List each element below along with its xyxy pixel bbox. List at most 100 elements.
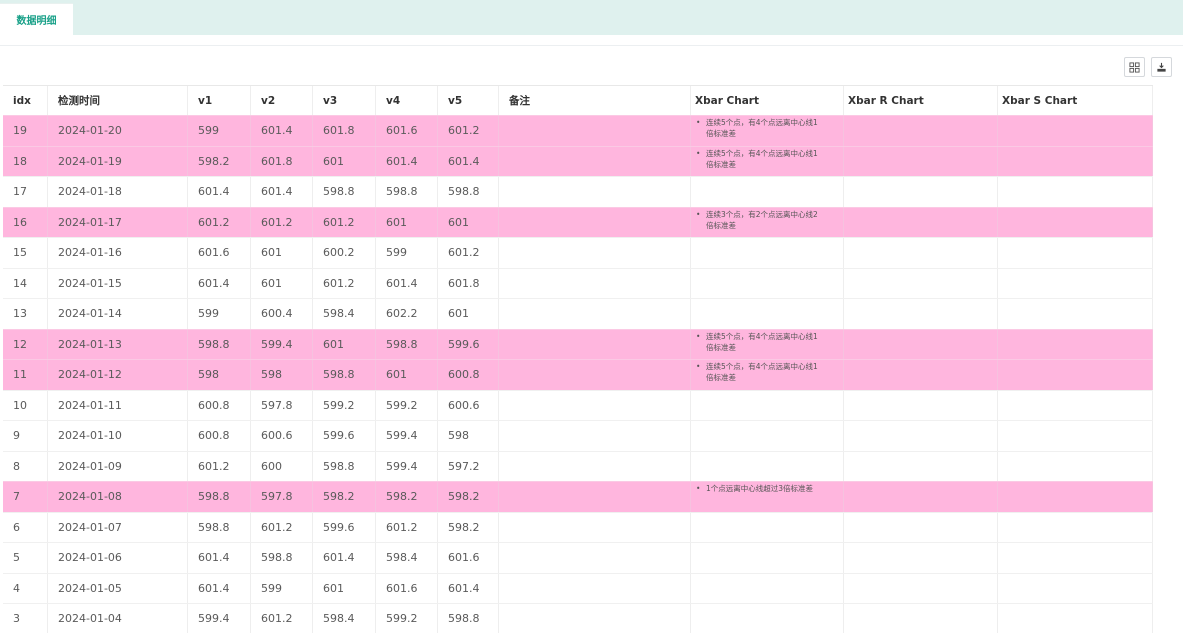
table-row[interactable]: 3 2024-01-04 599.4 601.2 598.4 599.2 598.8 [3, 603, 1153, 633]
cell-v2: 598.8 [251, 543, 313, 573]
cell-v1: 601.2 [188, 207, 251, 237]
cell-xbar-r-chart [844, 573, 998, 603]
table-row[interactable]: 112024-01-12598598598.8601600.8连续5个点，有4个… [3, 359, 1153, 390]
cell-xbar-chart [691, 177, 844, 207]
xbar-note-line: 倍标准差 [706, 373, 736, 382]
cell-v1: 601.4 [188, 543, 251, 573]
cell-v5: 601 [438, 207, 499, 237]
cell-remark [499, 543, 691, 573]
cell-xbar-s-chart [998, 573, 1153, 603]
cell-v4: 599.2 [376, 390, 438, 420]
xbar-note-line: 1个点远离中心线超过3倍标准差 [706, 484, 814, 493]
column-time-header[interactable]: 检测时间 [48, 86, 188, 115]
cell-v3: 601.2 [313, 207, 376, 237]
cell-idx: 19 [3, 116, 48, 146]
cell-xbar-chart [691, 268, 844, 298]
cell-v1: 601.4 [188, 573, 251, 603]
tab-data-detail[interactable]: 数据明细 [0, 3, 73, 35]
export-button[interactable] [1151, 57, 1172, 77]
cell-time: 2024-01-12 [48, 360, 188, 390]
column-v2-header[interactable]: v2 [251, 86, 313, 115]
xbar-note-item: 连续5个点，有4个点远离中心线1 倍标准差 [696, 361, 818, 383]
xbar-note-line: 连续5个点，有4个点远离中心线1 [706, 118, 818, 127]
column-v3-header[interactable]: v3 [313, 86, 376, 115]
cell-v5: 600.6 [438, 390, 499, 420]
cell-remark [499, 116, 691, 146]
cell-v4: 599.2 [376, 604, 438, 633]
cell-xbar-r-chart [844, 482, 998, 512]
table-row[interactable]: 162024-01-17601.2601.2601.2601601连续3个点，有… [3, 206, 1153, 237]
cell-v1: 598.8 [188, 329, 251, 359]
cell-v4: 599.4 [376, 451, 438, 481]
table-row[interactable]: 5 2024-01-06 601.4 598.8 601.4 598.4 601.6 [3, 542, 1153, 573]
cell-time: 2024-01-15 [48, 268, 188, 298]
cell-v3: 599.6 [313, 421, 376, 451]
cell-idx: 4 [3, 573, 48, 603]
table-header: idx 检测时间 v1 v2 v3 v4 v5 备注 Xbar Chart Xbar R Char… [3, 85, 1153, 115]
column-idx-header[interactable]: idx [3, 86, 48, 115]
column-xbar-header[interactable]: Xbar Chart [691, 86, 844, 115]
cell-idx: 11 [3, 360, 48, 390]
cell-v1: 601.4 [188, 177, 251, 207]
cell-xbar-s-chart [998, 543, 1153, 573]
cell-v2: 598 [251, 360, 313, 390]
column-v4-header[interactable]: v4 [376, 86, 438, 115]
column-remark-header[interactable]: 备注 [499, 86, 691, 115]
cell-time: 2024-01-13 [48, 329, 188, 359]
cell-v1: 599.4 [188, 604, 251, 633]
export-icon [1157, 62, 1166, 72]
table-row[interactable]: 14 2024-01-15 601.4 601 601.2 601.4 601.8 [3, 267, 1153, 298]
cell-time: 2024-01-17 [48, 207, 188, 237]
cell-v5: 598.8 [438, 604, 499, 633]
cell-v5: 601.4 [438, 573, 499, 603]
xbar-note-line: 倍标准差 [706, 129, 736, 138]
xbar-note: 连续5个点，有4个点远离中心线1倍标准差 [691, 147, 818, 170]
cell-v1: 598.8 [188, 482, 251, 512]
cell-xbar-s-chart [998, 512, 1153, 542]
table-row[interactable]: 72024-01-08598.8597.8598.2598.2598.21个点远… [3, 481, 1153, 512]
cell-v5: 600.8 [438, 360, 499, 390]
table-row[interactable]: 8 2024-01-09 601.2 600 598.8 599.4 597.2 [3, 450, 1153, 481]
cell-v5: 601.2 [438, 116, 499, 146]
cell-v3: 599.2 [313, 390, 376, 420]
cell-v3: 601 [313, 329, 376, 359]
table-row[interactable]: 10 2024-01-11 600.8 597.8 599.2 599.2 600.6 [3, 389, 1153, 420]
table-row[interactable]: 182024-01-19598.2601.8601601.4601.4连续5个点… [3, 145, 1153, 176]
cell-time: 2024-01-10 [48, 421, 188, 451]
column-xbar-r-header[interactable]: Xbar R Chart [844, 86, 998, 115]
xbar-note-line: 连续3个点，有2个点远离中心线2 [706, 209, 818, 219]
cell-v4: 601 [376, 360, 438, 390]
cell-xbar-chart: 连续5个点，有4个点远离中心线1倍标准差 [691, 146, 844, 176]
column-xbar-s-header[interactable]: Xbar S Chart [998, 86, 1153, 115]
table-row[interactable]: 9 2024-01-10 600.8 600.6 599.6 599.4 598 [3, 420, 1153, 451]
cell-idx: 5 [3, 543, 48, 573]
xbar-note-line: 连续5个点，有4个点远离中心线1 [706, 148, 818, 158]
cell-time: 2024-01-08 [48, 482, 188, 512]
columns-button[interactable] [1124, 57, 1145, 77]
cell-v2: 600.4 [251, 299, 313, 329]
xbar-note-item: 1个点远离中心线超过3倍标准差 [696, 483, 813, 494]
table-row[interactable]: 192024-01-20599601.4601.8601.6601.2 连续5个点… [3, 115, 1153, 146]
cell-xbar-s-chart [998, 421, 1153, 451]
cell-xbar-chart: 连续5个点，有4个点远离中心线1倍标准差 [691, 360, 844, 390]
table-row[interactable]: 6 2024-01-07 598.8 601.2 599.6 601.2 598.2 [3, 511, 1153, 542]
cell-v1: 601.4 [188, 268, 251, 298]
table-row[interactable]: 122024-01-13598.8599.4601598.8599.6连续5个点… [3, 328, 1153, 359]
table-row[interactable]: 4 2024-01-05 601.4 599 601 601.6 601.4 [3, 572, 1153, 603]
cell-v1: 601.2 [188, 451, 251, 481]
xbar-note-line: 倍标准差 [706, 159, 736, 169]
table-row[interactable]: 13 2024-01-14 599 600.4 598.4 602.2 601 [3, 298, 1153, 329]
cell-v2: 601.4 [251, 177, 313, 207]
cell-v1: 601.6 [188, 238, 251, 268]
column-v1-header[interactable]: v1 [188, 86, 251, 115]
column-v5-header[interactable]: v5 [438, 86, 499, 115]
cell-xbar-chart [691, 512, 844, 542]
cell-v3: 601 [313, 146, 376, 176]
table-row[interactable]: 17 2024-01-18 601.4 601.4 598.8 598.8 598.8 [3, 176, 1153, 207]
cell-time: 2024-01-16 [48, 238, 188, 268]
cell-xbar-s-chart [998, 604, 1153, 633]
cell-remark [499, 512, 691, 542]
table-row[interactable]: 15 2024-01-16 601.6 601 600.2 599 601.2 [3, 237, 1153, 268]
xbar-note: 连续5个点，有4个点远离中心线1 倍标准差 [691, 116, 818, 139]
panel-divider [0, 45, 1183, 46]
